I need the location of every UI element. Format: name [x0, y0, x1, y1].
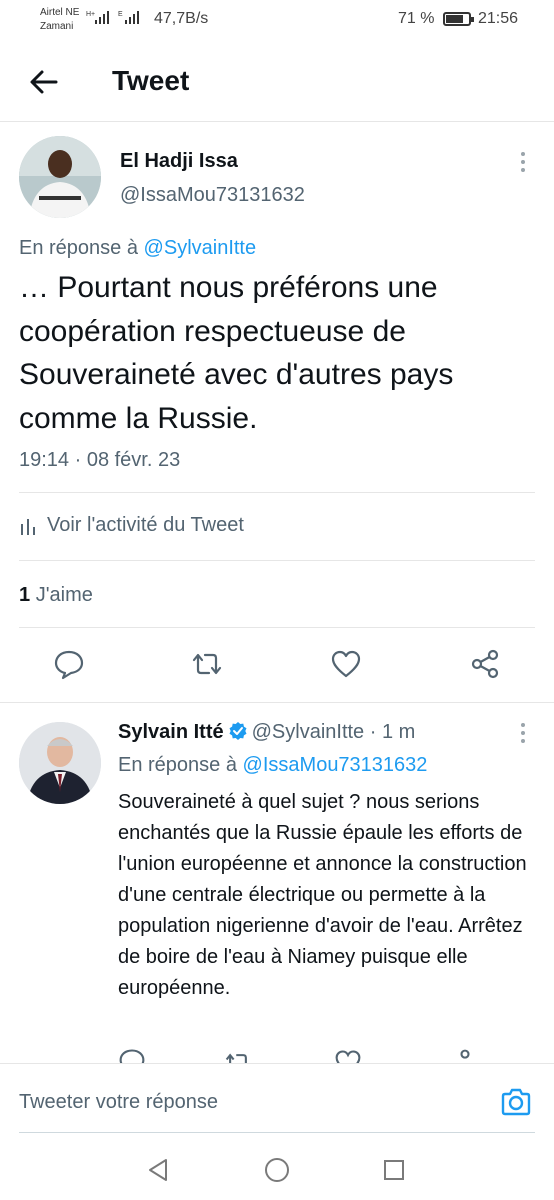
compose-underline: [19, 1132, 535, 1133]
nav-home-icon[interactable]: [264, 1157, 290, 1183]
app-header: Tweet: [0, 52, 554, 122]
battery-icon: [443, 12, 474, 26]
reply-mention-link[interactable]: @IssaMou73131632: [243, 754, 428, 776]
author-avatar[interactable]: [19, 136, 101, 218]
tweet-activity-link[interactable]: Voir l'activité du Tweet: [19, 514, 244, 537]
svg-text:H+: H+: [86, 11, 95, 18]
status-bar: Airtel NE Zamani H+ E 47,7B/s 71 % 21:56: [0, 0, 554, 40]
author-name[interactable]: El Hadji Issa: [120, 150, 238, 173]
person-photo-icon: [19, 136, 101, 218]
tweet-separator: [0, 702, 554, 703]
tweet-timestamp: 19:14 · 08 févr. 23: [19, 449, 181, 471]
author-handle[interactable]: @IssaMou73131632: [120, 184, 305, 207]
reply-tweet-text: Souveraineté à quel sujet ? nous serions…: [118, 791, 527, 999]
carrier-info: Airtel NE Zamani: [40, 6, 79, 34]
reply-icon[interactable]: [118, 1047, 146, 1063]
retweet-icon[interactable]: [191, 648, 223, 680]
divider: [19, 627, 535, 628]
share-icon[interactable]: [444, 1048, 472, 1063]
svg-text:E: E: [118, 11, 123, 18]
activity-label: Voir l'activité du Tweet: [47, 514, 244, 536]
retweet-icon[interactable]: [224, 1049, 252, 1063]
reply-prefix: En réponse à: [19, 237, 138, 259]
battery-percent: 71 %: [398, 10, 435, 27]
reply-handle-time: @SylvainItte · 1 m: [251, 721, 416, 743]
nav-back-icon[interactable]: [146, 1157, 170, 1183]
verified-badge-icon: [229, 722, 247, 740]
system-nav-bar: [0, 1143, 554, 1200]
carrier-name: Airtel NE: [40, 7, 80, 18]
reply-compose-bar: Tweeter votre réponse: [0, 1063, 554, 1143]
carrier-name-2: Zamani: [40, 21, 74, 32]
reply-mention-link[interactable]: @SylvainItte: [144, 237, 257, 259]
reply-icon[interactable]: [53, 648, 85, 680]
reply-context: En réponse à @SylvainItte: [19, 237, 256, 260]
reply-prefix: En réponse à: [118, 754, 237, 776]
likes-count: 1: [19, 584, 31, 606]
clock: 21:56: [478, 10, 519, 27]
signal-icon-2: E: [118, 11, 139, 24]
tweet-actions: [0, 648, 554, 688]
like-heart-icon[interactable]: [330, 648, 362, 680]
back-arrow-icon[interactable]: [28, 66, 60, 98]
analytics-icon: [21, 518, 35, 535]
reply-author-avatar[interactable]: [19, 722, 101, 804]
network-speed: 47,7B/s: [154, 10, 209, 27]
reply-compose-input[interactable]: Tweeter votre réponse: [19, 1091, 218, 1114]
signal-icon: H+: [86, 11, 109, 24]
reply-actions-partial: [0, 1045, 554, 1063]
person-photo-icon: [19, 722, 101, 804]
likes-count-link[interactable]: 1 J'aime: [19, 584, 93, 607]
share-icon[interactable]: [469, 648, 501, 680]
camera-icon[interactable]: [500, 1086, 532, 1118]
tweet-text: … Pourtant nous préférons une coopératio…: [19, 271, 454, 435]
reply-more-options-icon[interactable]: [521, 723, 527, 747]
more-options-icon[interactable]: [521, 152, 527, 176]
likes-label: J'aime: [35, 584, 93, 606]
reply-context: En réponse à @IssaMou73131632: [118, 754, 427, 777]
page-title: Tweet: [112, 65, 190, 96]
divider: [19, 492, 535, 493]
divider: [19, 560, 535, 561]
reply-author-name[interactable]: Sylvain Itté: [118, 721, 224, 743]
nav-recent-apps-icon[interactable]: [383, 1159, 405, 1181]
reply-author-line: Sylvain Itté @SylvainItte · 1 m: [118, 721, 415, 744]
like-heart-icon[interactable]: [334, 1048, 362, 1063]
